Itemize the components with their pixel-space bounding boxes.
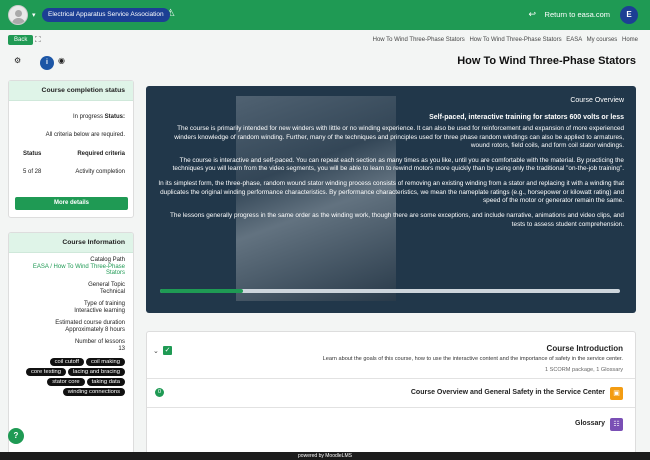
avatar[interactable] (8, 5, 28, 25)
chevron-down-icon[interactable]: ▾ (32, 11, 36, 19)
overview-paragraph: In its simplest form, the three-phase, r… (158, 180, 624, 205)
checkmark-icon[interactable]: ✓ (163, 346, 172, 355)
card-title: Course Information (9, 233, 133, 253)
external-link-icon[interactable]: ↩ (528, 9, 536, 20)
lessons-label: Number of lessons (74, 339, 125, 345)
overview-subtitle: Self-paced, interactive training for sta… (429, 114, 624, 122)
status-row: In progress Status: (73, 114, 125, 120)
overview-title: Course Overview (570, 97, 624, 104)
catalog-path-label: Catalog Path (90, 257, 125, 263)
more-details-button[interactable]: More details (15, 197, 128, 210)
breadcrumb: How To Wind Three-Phase Stators How To W… (370, 37, 638, 43)
general-topic-label: General Topic (88, 282, 125, 288)
activity-overview-safety[interactable]: Course Overview and General Safety in th… (411, 389, 605, 396)
breadcrumb-item[interactable]: How To Wind Three-Phase Stators (469, 37, 561, 43)
training-type-value: Interactive learning (74, 308, 125, 314)
divider (147, 378, 635, 379)
divider (147, 407, 635, 408)
user-menu[interactable]: ▾ Electrical Apparatus Service Associati… (8, 5, 178, 25)
glossary-icon: ☷ (610, 418, 623, 431)
overview-paragraph: The course is primarily intended for new… (174, 124, 624, 150)
col-status: Status (23, 151, 42, 157)
brand-logo[interactable]: E (620, 6, 638, 24)
catalog-path-link[interactable]: EASA / How To Wind Three-Phase Stators (17, 264, 125, 276)
tag[interactable]: stator core (47, 378, 85, 386)
section-summary: 1 SCORM package, 1 Glossary (544, 367, 623, 373)
page-title: How To Wind Three-Phase Stators (457, 55, 636, 67)
breadcrumb-item[interactable]: Home (622, 37, 638, 43)
section-title-intro[interactable]: Course Introduction (547, 344, 623, 353)
col-criteria: Required criteria (77, 151, 125, 157)
card-title: Course completion status (9, 81, 133, 101)
top-navbar: E Return to easa.com ↩ ⚠ ▾ Electrical Ap… (0, 0, 650, 30)
course-completion-card: Course completion status In progress Sta… (8, 80, 134, 218)
return-link[interactable]: Return to easa.com (545, 10, 610, 19)
course-sections: ✓ ⌄ Course Introduction Learn about the … (146, 331, 636, 456)
breadcrumb-item[interactable]: My courses (587, 37, 618, 43)
gear-icon[interactable]: ⚙ (14, 56, 21, 68)
course-info-card: Course Information Catalog Path EASA / H… (8, 232, 134, 454)
activity-glossary[interactable]: Glossary (575, 420, 605, 427)
breadcrumb-item[interactable]: EASA (566, 37, 582, 43)
overview-paragraph: The course is interactive and self-paced… (172, 156, 624, 173)
breadcrumb-item[interactable]: How To Wind Three-Phase Stators (373, 37, 465, 43)
overview-text: Course Overview Self-paced, interactive … (158, 96, 624, 235)
tag[interactable]: taking data (86, 378, 125, 386)
fullscreen-icon[interactable]: ⛶ (35, 35, 41, 45)
duration-label: Estimated course duration (55, 320, 125, 326)
tag[interactable]: coil cutoff (49, 358, 84, 366)
back-button[interactable]: Back (8, 35, 34, 45)
section-description: Learn about the goals of this course, ho… (322, 356, 623, 362)
activity-count-badge: 0 (155, 388, 164, 397)
tag-list: coil cutoff coil making core testing lac… (17, 358, 125, 396)
progress-fill (160, 289, 243, 293)
tag[interactable]: winding connections (62, 388, 125, 396)
association-pill[interactable]: Electrical Apparatus Service Association (42, 8, 170, 22)
criteria-status: 5 of 28 (23, 169, 42, 175)
course-overview-banner: Course Overview Self-paced, interactive … (146, 86, 636, 313)
tag[interactable]: lacing and bracing (67, 368, 125, 376)
course-info-body: Catalog Path EASA / How To Wind Three-Ph… (9, 253, 133, 400)
eye-icon[interactable]: ◉ (58, 56, 65, 68)
tag[interactable]: core testing (25, 368, 66, 376)
chevron-down-icon[interactable]: ⌄ (153, 347, 159, 355)
overview-paragraph: The lessons generally progress in the sa… (170, 212, 624, 228)
general-topic-value: Technical (99, 289, 125, 295)
all-required-text: All criteria below are required. (45, 132, 125, 138)
scorm-package-icon: ▣ (610, 387, 623, 400)
duration-value: Approximately 8 hours (65, 327, 125, 333)
help-fab-button[interactable]: ? (8, 428, 24, 444)
info-icon[interactable]: i (40, 56, 54, 70)
lessons-value: 13 (118, 346, 125, 352)
course-progress-bar (160, 289, 620, 293)
tag[interactable]: coil making (86, 358, 125, 366)
status-label: Status: (104, 114, 125, 120)
status-value: In progress (72, 114, 103, 120)
criteria-name: Activity completion (75, 169, 125, 175)
training-type-label: Type of training (83, 301, 125, 307)
footer: powered by MoodleLMS (0, 452, 650, 460)
